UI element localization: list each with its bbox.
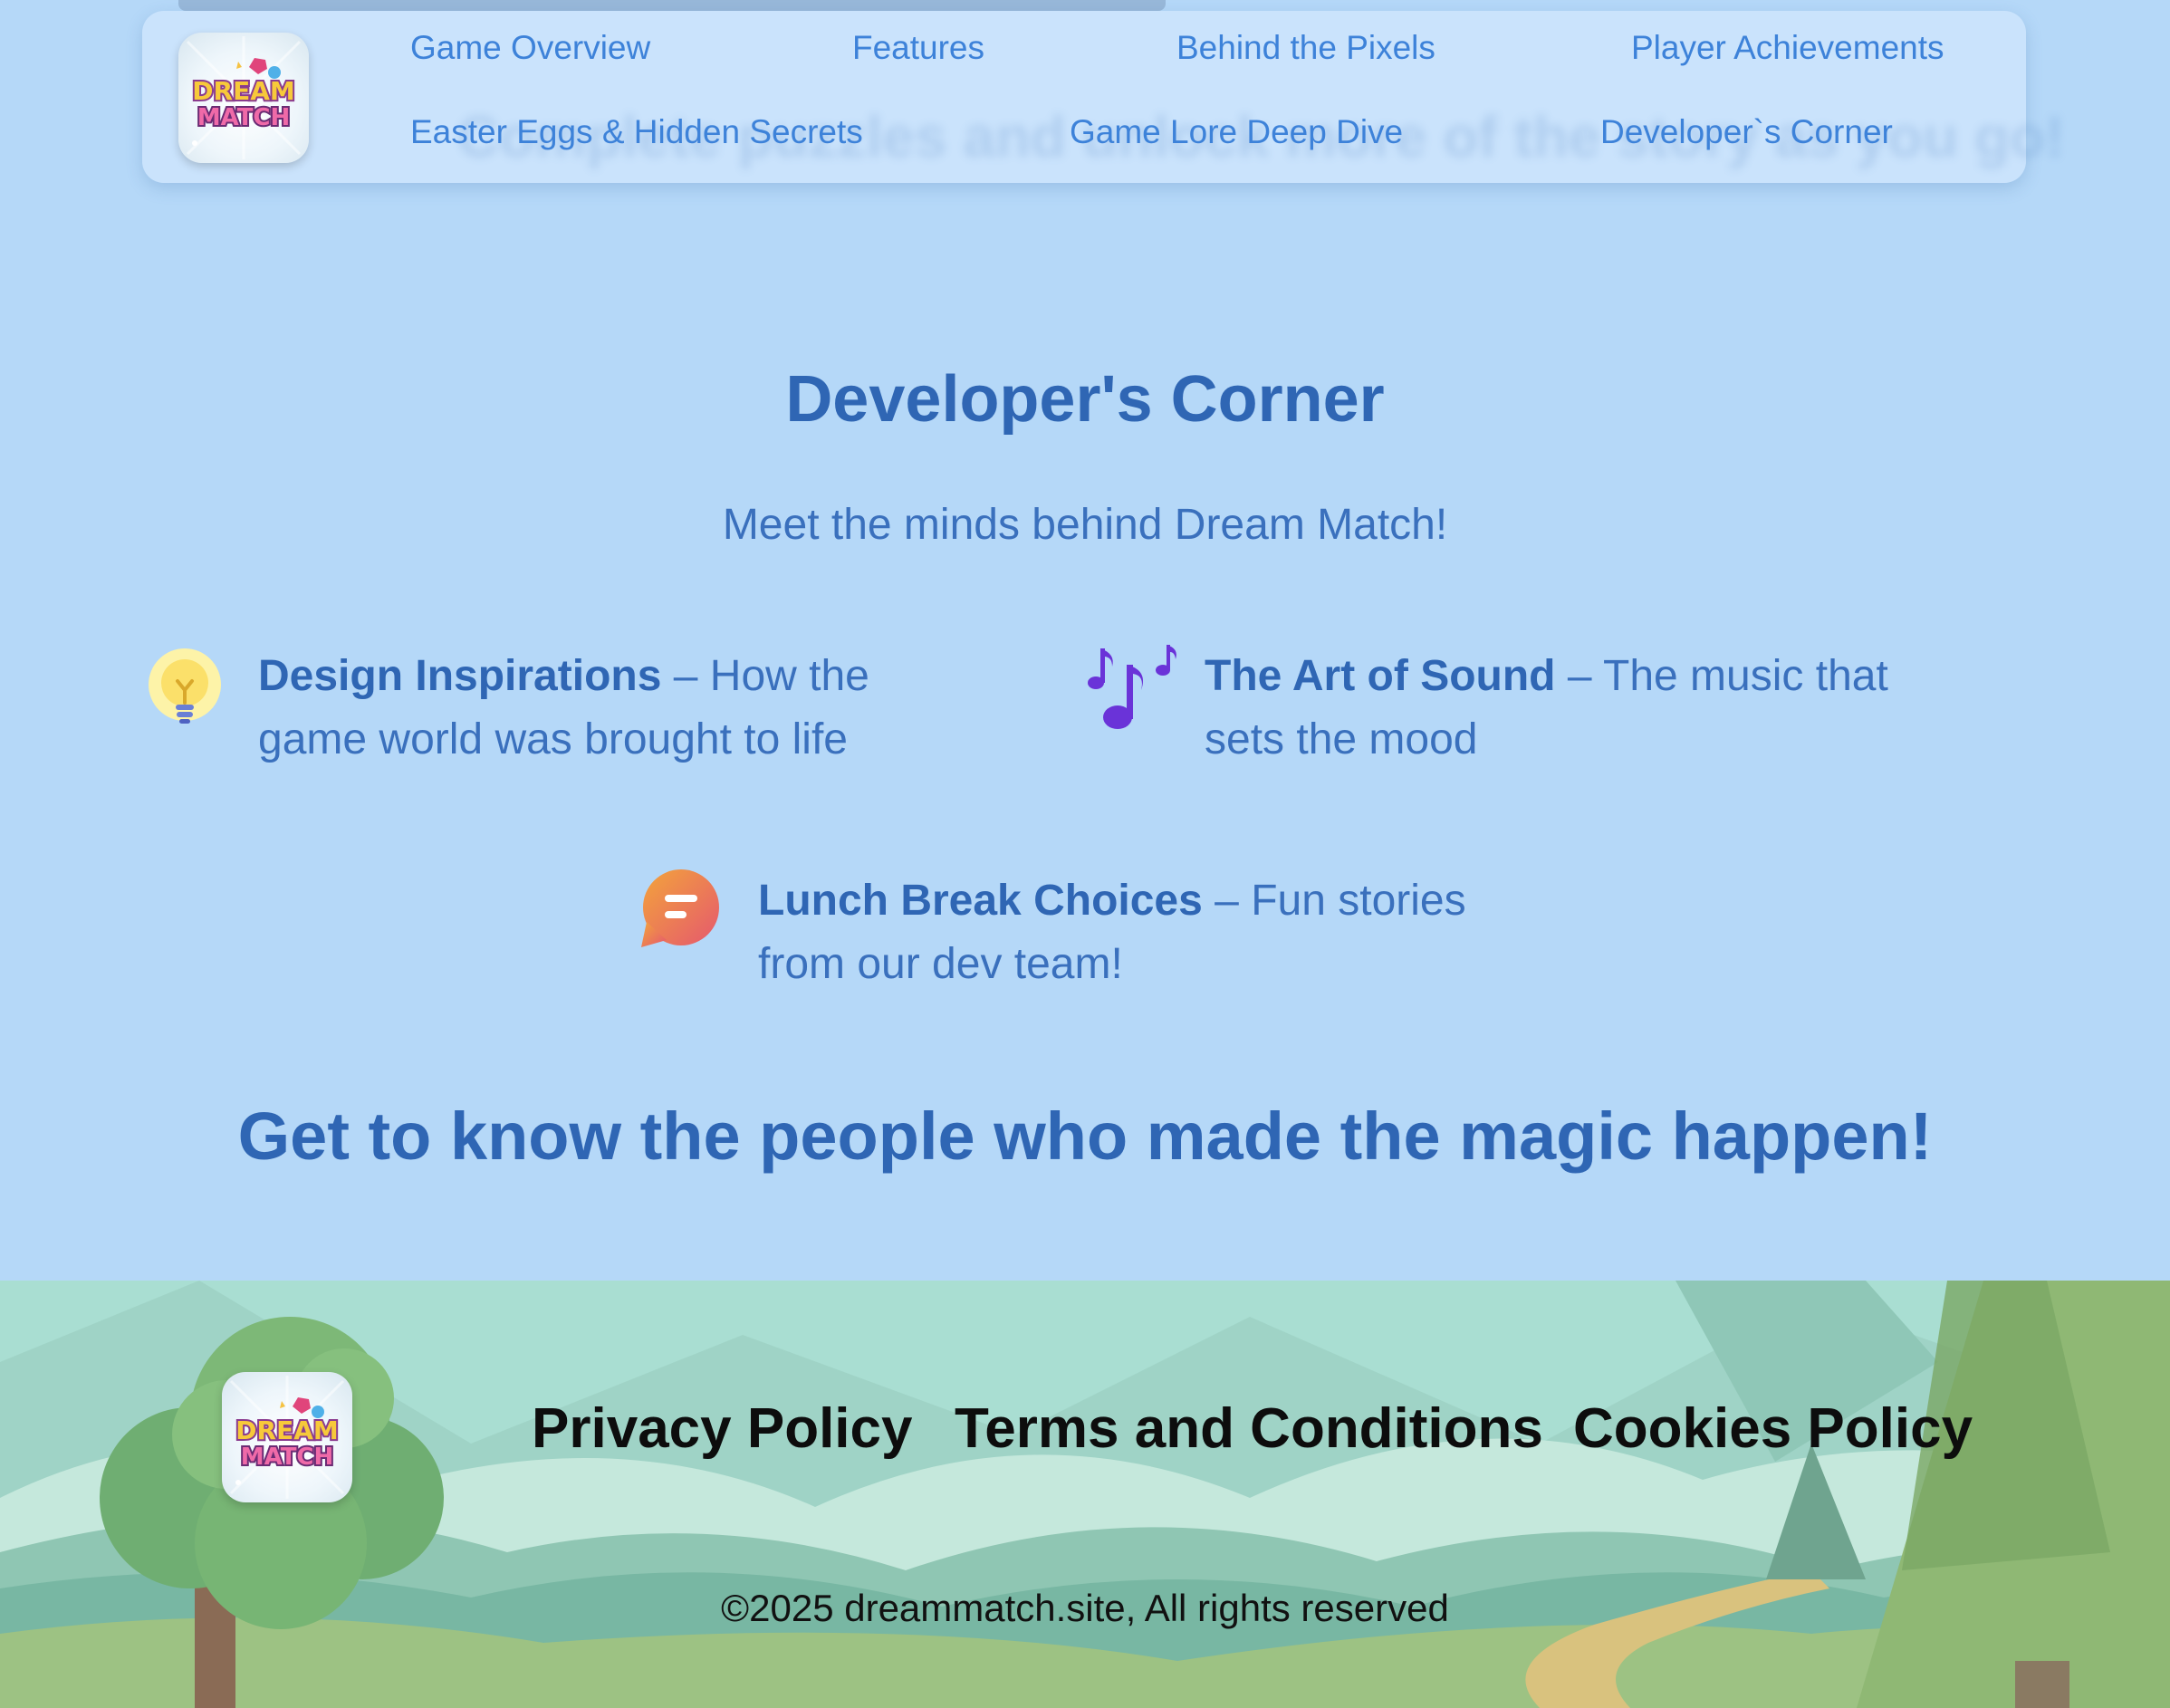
nav-game-overview[interactable]: Game Overview: [410, 29, 650, 67]
feature-title: Lunch Break Choices: [758, 877, 1203, 925]
site-header: DREAM MATCH Complete puzzles and unlock …: [142, 11, 2064, 183]
feature-art-of-sound: The Art of Sound – The music that sets t…: [1205, 645, 2002, 772]
footer-link-terms-and-conditions[interactable]: Terms and Conditions: [955, 1396, 1543, 1461]
feature-separator: –: [661, 652, 710, 700]
header-top-shadow: [178, 0, 1166, 11]
feature-separator: –: [1555, 652, 1603, 700]
feature-description: The music that: [1603, 652, 1888, 700]
footer-logo[interactable]: DREAM MATCH: [222, 1372, 352, 1502]
footer-link-cookies-policy[interactable]: Cookies Policy: [1573, 1396, 1973, 1461]
feature-description: from our dev team!: [758, 940, 1123, 988]
nav-game-lore[interactable]: Game Lore Deep Dive: [1070, 113, 1403, 151]
feature-lunch-break-choices: Lunch Break Choices – Fun stories from o…: [758, 869, 1573, 996]
site-footer: DREAM MATCH Privacy Policy Terms and Con…: [0, 1281, 2170, 1708]
feature-title: The Art of Sound: [1205, 652, 1556, 700]
nav-easter-eggs[interactable]: Easter Eggs & Hidden Secrets: [410, 113, 863, 151]
feature-description: sets the mood: [1205, 715, 1478, 763]
chat-bubble-icon: [641, 869, 719, 947]
dream-match-logo-icon: DREAM MATCH: [229, 1376, 345, 1499]
feature-design-inspirations: Design Inspirations – How the game world…: [258, 645, 1037, 772]
nav-player-achievements[interactable]: Player Achievements: [1631, 29, 1944, 67]
feature-separator: –: [1202, 877, 1252, 925]
tagline: Get to know the people who made the magi…: [237, 1099, 1933, 1174]
copyright-text: ©2025 dreammatch.site, All rights reserv…: [721, 1587, 1449, 1629]
footer-link-privacy-policy[interactable]: Privacy Policy: [532, 1396, 913, 1461]
nav-developers-corner[interactable]: Developer`s Corner: [1600, 113, 1893, 151]
header-logo[interactable]: DREAM MATCH: [178, 33, 309, 163]
logo-text-bottom: MATCH: [197, 104, 291, 131]
nav-features[interactable]: Features: [852, 29, 984, 67]
feature-description: game world was brought to life: [258, 715, 848, 763]
nav-behind-the-pixels[interactable]: Behind the Pixels: [1176, 29, 1435, 67]
logo-text-top: DREAM: [235, 1415, 338, 1445]
page-title: Developer's Corner: [785, 363, 1385, 436]
dream-match-logo-icon: DREAM MATCH: [186, 36, 302, 159]
lightbulb-icon: [149, 648, 221, 724]
feature-description: How the: [709, 652, 869, 700]
feature-description: Fun stories: [1251, 877, 1466, 925]
logo-text-bottom: MATCH: [241, 1444, 334, 1471]
page-subtitle: Meet the minds behind Dream Match!: [722, 501, 1448, 549]
logo-text-top: DREAM: [192, 76, 294, 106]
musical-notes-icon: [1088, 645, 1176, 729]
feature-title: Design Inspirations: [258, 652, 662, 700]
